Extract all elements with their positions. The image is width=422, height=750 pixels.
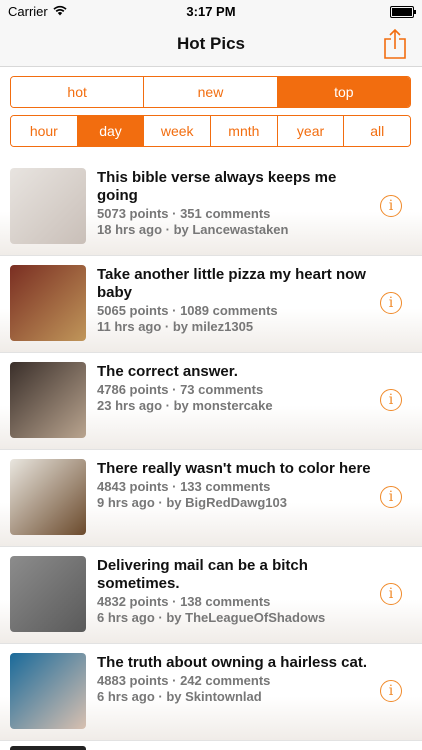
thumbnail-image <box>10 362 86 438</box>
segment-week[interactable]: week <box>143 116 211 146</box>
post-points: 4843 points · 133 comments <box>97 479 271 494</box>
post-time: 18 hrs ago · by Lancewastaken <box>97 222 289 237</box>
sort-segmented-control: hot new top <box>10 76 411 108</box>
thumbnail-image <box>10 556 86 632</box>
info-icon[interactable]: i <box>380 680 402 702</box>
post-time: 6 hrs ago · by TheLeagueOfShadows <box>97 610 326 625</box>
post-title: This bible verse always keeps me going <box>97 169 337 204</box>
thumbnail-image <box>10 265 86 341</box>
post-time: 11 hrs ago · by milez1305 <box>97 319 254 334</box>
list-item[interactable]: Delivering mail can be a bitch sometimes… <box>0 547 422 644</box>
list-item[interactable]: The truth about owning a hairless cat. 48… <box>0 644 422 741</box>
post-points: 4883 points · 242 comments <box>97 673 271 688</box>
post-points: 4832 points · 138 comments <box>97 594 271 609</box>
info-icon[interactable]: i <box>380 389 402 411</box>
segment-day[interactable]: day <box>76 116 144 146</box>
thumbnail-image <box>10 168 86 244</box>
thumbnail-image <box>10 459 86 535</box>
post-title: There really wasn't much to color here <box>97 460 371 477</box>
post-time: 9 hrs ago · by BigRedDawg103 <box>97 495 287 510</box>
list-item[interactable]: The correct answer. 4786 points · 73 comm… <box>0 353 422 450</box>
status-bar: Carrier 3:17 PM <box>0 0 422 22</box>
status-time: 3:17 PM <box>186 4 236 19</box>
post-title: Take another little pizza my heart now b… <box>97 266 366 301</box>
info-icon[interactable]: i <box>380 583 402 605</box>
share-icon[interactable] <box>382 28 408 60</box>
post-text: There really wasn't much to color here 48… <box>97 460 377 510</box>
post-time: 23 hrs ago · by monstercake <box>97 398 273 413</box>
post-time: 6 hrs ago · by Skintownlad <box>97 689 262 704</box>
segment-hot[interactable]: hot <box>11 77 144 107</box>
segment-top[interactable]: top <box>276 77 410 107</box>
post-list: This bible verse always keeps me going 50… <box>0 159 422 741</box>
battery-icon <box>390 6 416 18</box>
post-text: Take another little pizza my heart now b… <box>97 266 377 334</box>
post-text: The truth about owning a hairless cat. 48… <box>97 654 377 704</box>
post-title: Delivering mail can be a bitch sometimes… <box>97 557 308 592</box>
partial-row <box>0 742 422 750</box>
post-text: The correct answer. 4786 points · 73 comm… <box>97 363 377 413</box>
list-item[interactable]: This bible verse always keeps me going 50… <box>0 159 422 256</box>
segment-hour[interactable]: hour <box>11 116 77 146</box>
post-text: This bible verse always keeps me going 50… <box>97 169 377 237</box>
post-title: The truth about owning a hairless cat. <box>97 654 368 671</box>
post-points: 4786 points · 73 comments <box>97 382 264 397</box>
nav-bar: Hot Pics <box>0 22 422 67</box>
info-icon[interactable]: i <box>380 195 402 217</box>
segment-mnth[interactable]: mnth <box>210 116 277 146</box>
post-title: The correct answer. <box>97 363 238 380</box>
page-title: Hot Pics <box>176 34 246 53</box>
post-text: Delivering mail can be a bitch sometimes… <box>97 557 377 625</box>
list-item[interactable]: Take another little pizza my heart now b… <box>0 256 422 353</box>
time-segmented-control: hour day week mnth year all <box>10 115 411 147</box>
segment-all[interactable]: all <box>343 116 410 146</box>
thumbnail-image <box>10 653 86 729</box>
info-icon[interactable]: i <box>380 486 402 508</box>
segment-new[interactable]: new <box>143 77 277 107</box>
list-item[interactable]: There really wasn't much to color here 48… <box>0 450 422 547</box>
post-points: 5073 points · 351 comments <box>97 206 271 221</box>
post-points: 5065 points · 1089 comments <box>97 303 278 318</box>
thumbnail-stub <box>10 746 86 750</box>
segment-year[interactable]: year <box>276 116 344 146</box>
info-icon[interactable]: i <box>380 292 402 314</box>
